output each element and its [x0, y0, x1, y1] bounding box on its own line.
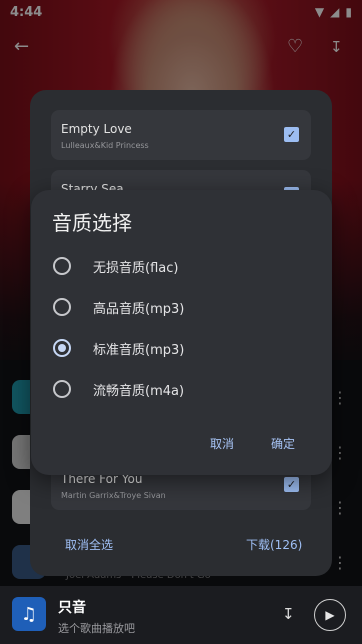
confirm-button[interactable]: 确定 [271, 435, 295, 452]
download-selected-button[interactable]: 下载(126) [246, 536, 302, 553]
song-title: Empty Love [61, 122, 132, 136]
checkbox-checked-icon[interactable]: ✓ [284, 127, 299, 142]
mini-player-subtitle: 选个歌曲播放吧 [58, 622, 135, 635]
download-icon[interactable]: ↧ [282, 605, 295, 623]
quality-option-m4a[interactable]: 流畅音质(m4a) [31, 370, 332, 410]
song-row[interactable]: Empty Love Lulleaux&Kid Princess ✓ [51, 110, 311, 160]
radio-button[interactable] [53, 380, 71, 398]
play-icon[interactable]: ▶ [314, 599, 346, 631]
quality-option-high-mp3[interactable]: 高品音质(mp3) [31, 288, 332, 328]
quality-option-label: 高品音质(mp3) [93, 302, 185, 317]
deselect-all-button[interactable]: 取消全选 [65, 536, 113, 553]
radio-button[interactable] [53, 298, 71, 316]
quality-option-flac[interactable]: 无损音质(flac) [31, 247, 332, 287]
song-artist: Lulleaux&Kid Princess [61, 141, 149, 150]
quality-option-label: 流畅音质(m4a) [93, 384, 185, 399]
dialog-title: 音质选择 [52, 211, 132, 235]
quality-option-label: 无损音质(flac) [93, 261, 179, 276]
radio-button-selected[interactable] [53, 339, 71, 357]
song-artist: Martin Garrix&Troye Sivan [61, 491, 166, 500]
mini-player[interactable]: ♫ 只音 选个歌曲播放吧 ↧ ▶ [0, 586, 362, 644]
radio-button[interactable] [53, 257, 71, 275]
cancel-button[interactable]: 取消 [210, 435, 234, 452]
quality-option-label: 标准音质(mp3) [93, 343, 185, 358]
checkbox-checked-icon[interactable]: ✓ [284, 477, 299, 492]
mini-player-cover: ♫ [12, 597, 46, 631]
quality-option-standard-mp3[interactable]: 标准音质(mp3) [31, 329, 332, 369]
mini-player-title: 只音 [58, 600, 86, 616]
quality-dialog: 音质选择 无损音质(flac) 高品音质(mp3) 标准音质(mp3) 流畅音质… [31, 190, 332, 475]
